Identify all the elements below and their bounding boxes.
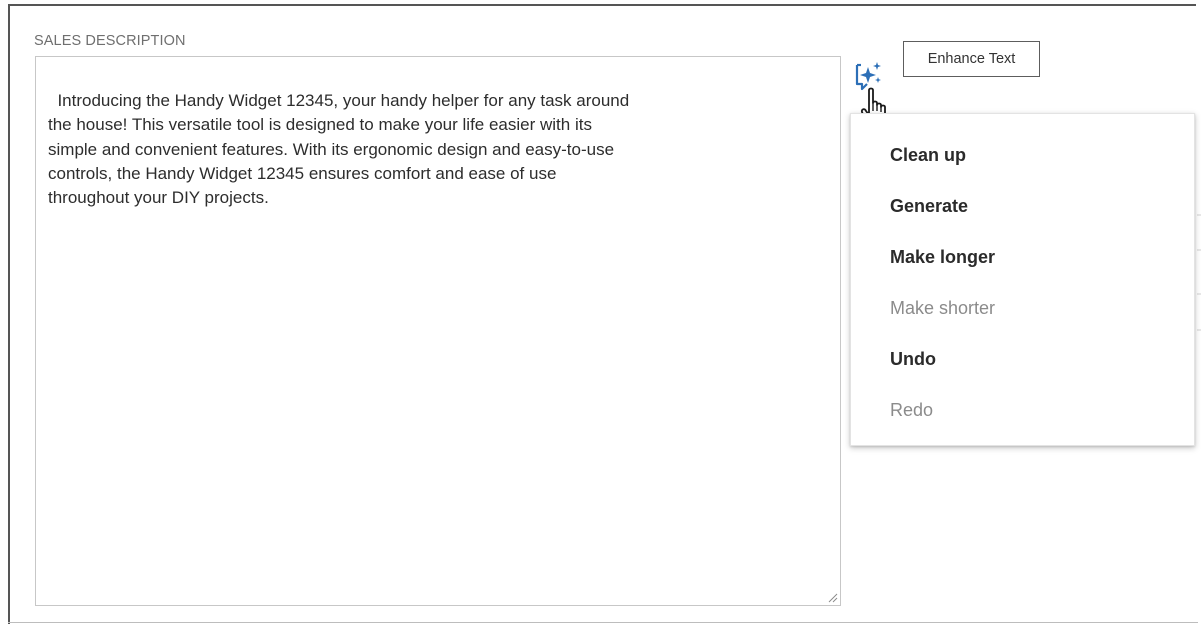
enhance-text-menu: Clean up Generate Make longer Make short…	[850, 113, 1195, 446]
sales-description-text: Introducing the Handy Widget 12345, your…	[48, 91, 630, 208]
menu-item-clean-up[interactable]: Clean up	[851, 130, 1194, 181]
menu-item-redo: Redo	[890, 400, 934, 420]
menu-item-undo[interactable]: Undo	[851, 334, 1194, 385]
resize-grip-icon[interactable]	[826, 591, 838, 603]
panel-bottom-border	[8, 622, 1198, 623]
menu-item-make-shorter: Make shorter	[890, 298, 996, 318]
menu-item-generate[interactable]: Generate	[851, 181, 1194, 232]
menu-item-make-longer[interactable]: Make longer	[851, 232, 1194, 283]
background-grid-lines	[1197, 214, 1201, 331]
enhance-text-tooltip: Enhance Text	[903, 41, 1040, 77]
sales-description-textarea[interactable]: Introducing the Handy Widget 12345, your…	[35, 56, 841, 606]
sales-description-label: SALES DESCRIPTION	[34, 33, 186, 49]
